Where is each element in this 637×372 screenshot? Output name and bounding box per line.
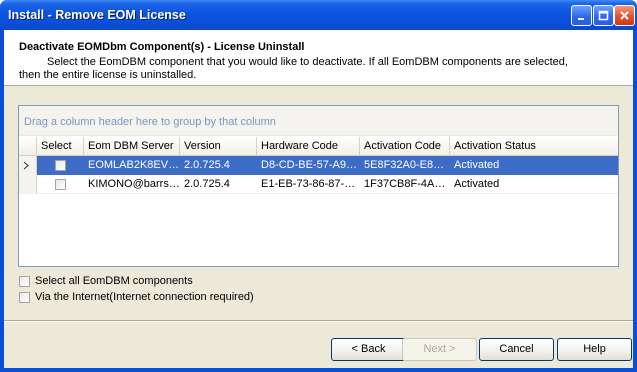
page-description: Select the EomDBM component that you wou… xyxy=(19,56,568,81)
column-select[interactable]: Select xyxy=(37,137,84,156)
via-internet-checkbox[interactable] xyxy=(19,292,30,303)
cell-hardware-code: E1-EB-73-86-87-8D-... xyxy=(261,178,360,190)
cell-activation-code: 5E8F32A0-E8203... xyxy=(364,159,450,171)
row-indicator xyxy=(19,156,37,175)
cancel-button[interactable]: Cancel xyxy=(479,338,554,361)
dialog-body: Deactivate EOMDbm Component(s) - License… xyxy=(4,30,633,368)
install-dialog-window: Install - Remove EOM License Deactivate … xyxy=(0,0,637,372)
cell-activation-code: 1F37CB8F-4AEC... xyxy=(364,178,450,190)
current-row-arrow-icon xyxy=(23,161,29,170)
column-activation-code[interactable]: Activation Code xyxy=(360,137,450,156)
wizard-header: Deactivate EOMDbm Component(s) - License… xyxy=(4,30,633,86)
window-title: Install - Remove EOM License xyxy=(8,8,186,22)
maximize-button[interactable] xyxy=(593,5,614,26)
row-select-checkbox[interactable] xyxy=(55,179,66,190)
cell-hardware-code: D8-CD-BE-57-A9-8D... xyxy=(261,159,360,171)
table-row[interactable]: KIMONO@barrsys... 2.0.725.4 E1-EB-73-86-… xyxy=(19,175,618,194)
components-grid[interactable]: Drag a column header here to group by th… xyxy=(18,105,619,267)
minimize-icon xyxy=(578,18,584,20)
cell-activation-status: Activated xyxy=(454,178,500,190)
row-indicator-header xyxy=(19,137,37,156)
cell-version: 2.0.725.4 xyxy=(184,178,230,190)
footer-separator xyxy=(4,320,633,322)
back-button[interactable]: < Back xyxy=(331,338,406,361)
select-all-checkbox[interactable] xyxy=(19,276,30,287)
column-eom-dbm-server[interactable]: Eom DBM Server xyxy=(84,137,180,156)
group-by-panel[interactable]: Drag a column header here to group by th… xyxy=(19,106,618,136)
page-title: Deactivate EOMDbm Component(s) - License… xyxy=(19,41,305,53)
cell-server: KIMONO@barrsys... xyxy=(88,178,180,190)
help-button[interactable]: Help xyxy=(557,338,632,361)
row-indicator xyxy=(19,175,37,194)
row-select-checkbox[interactable] xyxy=(55,160,66,171)
title-bar[interactable]: Install - Remove EOM License xyxy=(0,0,637,30)
close-icon xyxy=(620,11,629,20)
grid-column-header: Select Eom DBM Server Version Hardware C… xyxy=(19,137,618,156)
column-version[interactable]: Version xyxy=(180,137,257,156)
cell-server: EOMLAB2K8EVO... xyxy=(88,159,180,171)
column-hardware-code[interactable]: Hardware Code xyxy=(257,137,360,156)
cell-activation-status: Activated xyxy=(454,159,500,171)
maximize-icon xyxy=(598,10,609,21)
close-button[interactable] xyxy=(614,5,635,26)
column-activation-status[interactable]: Activation Status xyxy=(450,137,618,156)
select-all-label[interactable]: Select all EomDBM components xyxy=(35,275,193,287)
group-by-hint: Drag a column header here to group by th… xyxy=(24,116,276,128)
next-button[interactable]: Next > xyxy=(402,338,477,361)
table-row[interactable]: EOMLAB2K8EVO... 2.0.725.4 D8-CD-BE-57-A9… xyxy=(19,156,618,175)
cell-version: 2.0.725.4 xyxy=(184,159,230,171)
via-internet-label[interactable]: Via the Internet(Internet connection req… xyxy=(35,291,254,303)
minimize-button[interactable] xyxy=(571,5,592,26)
